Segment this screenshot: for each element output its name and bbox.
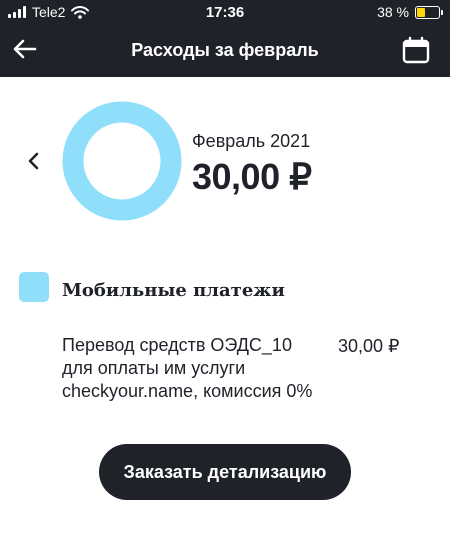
status-bar: Tele2 17:36 38 %	[0, 0, 450, 25]
category-color-swatch	[19, 272, 49, 302]
order-details-button[interactable]: Заказать детализацию	[99, 444, 351, 500]
page-title: Расходы за февраль	[131, 40, 319, 60]
transaction-description: Перевод средств ОЭДС_10 для оплаты им ус…	[62, 335, 313, 401]
period-label: Февраль 2021	[192, 131, 311, 151]
category-label: Мобильные платежи	[62, 280, 285, 301]
chevron-left-icon[interactable]	[24, 150, 44, 172]
expense-donut-chart	[62, 101, 182, 221]
total-amount: 30,00 ₽	[192, 156, 312, 197]
donut-segment-mobile-payments	[62, 101, 182, 221]
battery-icon	[415, 5, 443, 19]
transaction-amount: 30,00 ₽	[338, 336, 400, 356]
app-header: Tele2 17:36 38 % Расходы за февраль	[0, 0, 450, 77]
nav-bar: Расходы за февраль	[0, 28, 450, 74]
battery-percent: 38 %	[377, 4, 409, 20]
calendar-icon[interactable]	[402, 36, 430, 64]
